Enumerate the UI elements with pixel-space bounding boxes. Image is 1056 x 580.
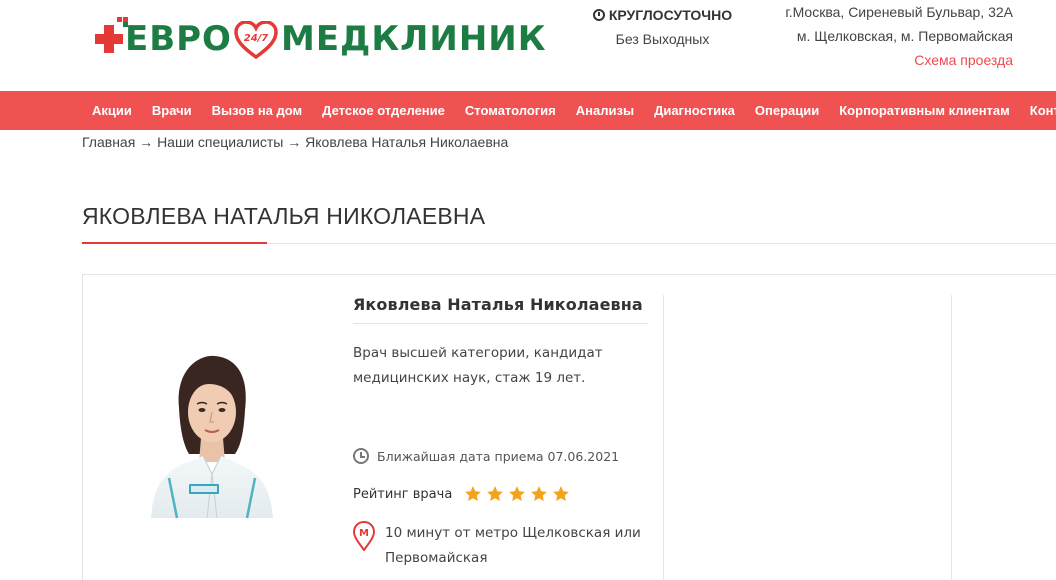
star-icon[interactable] <box>530 485 548 503</box>
heart-icon: 24/7 <box>234 21 278 59</box>
clinic-logo[interactable]: ЕВРО 24/7 МЕДКЛИНИК <box>95 17 546 61</box>
metro-info: М 10 минут от метро Щелковская или Перво… <box>353 521 643 571</box>
site-header: ЕВРО 24/7 МЕДКЛИНИК КРУГЛОСУТОЧНО Без Вы… <box>0 0 1056 91</box>
nav-item-children[interactable]: Детское отделение <box>312 91 455 130</box>
doctor-photo <box>151 355 273 519</box>
nav-item-doctors[interactable]: Врачи <box>142 91 202 130</box>
main-nav: Акции Врачи Вызов на дом Детское отделен… <box>0 91 1056 130</box>
nav-item-operations[interactable]: Операции <box>745 91 829 130</box>
logo-text-left: ЕВРО <box>125 19 232 59</box>
nav-item-tests[interactable]: Анализы <box>566 91 644 130</box>
doctor-rating: Рейтинг врача <box>353 485 570 503</box>
doctor-info: Яковлева Наталья Николаевна Врач высшей … <box>353 295 648 566</box>
nav-item-dentistry[interactable]: Стоматология <box>455 91 566 130</box>
working-hours: КРУГЛОСУТОЧНО Без Выходных <box>560 3 765 51</box>
nav-item-diagnostics[interactable]: Диагностика <box>644 91 745 130</box>
star-icon[interactable] <box>464 485 482 503</box>
address-line: г.Москва, Сиреневый Бульвар, 32А <box>785 4 1013 20</box>
doctor-description: Врач высшей категории, кандидат медицинс… <box>353 345 603 386</box>
doctor-name[interactable]: Яковлева Наталья Николаевна <box>353 295 648 324</box>
rating-stars[interactable] <box>464 485 570 503</box>
clinic-address: г.Москва, Сиреневый Бульвар, 32А м. Щелк… <box>785 0 1013 72</box>
nav-item-promotions[interactable]: Акции <box>82 91 142 130</box>
rating-label: Рейтинг врача <box>353 486 453 502</box>
page-title: ЯКОВЛЕВА НАТАЛЬЯ НИКОЛАЕВНА <box>82 203 486 229</box>
hours-title: КРУГЛОСУТОЧНО <box>608 7 733 23</box>
column-divider <box>951 295 952 580</box>
star-icon[interactable] <box>508 485 526 503</box>
map-link[interactable]: Схема проезда <box>914 52 1013 68</box>
metro-text: 10 минут от метро Щелковская или Первома… <box>385 525 641 566</box>
logo-text-right: МЕДКЛИНИК <box>281 19 547 59</box>
medical-cross-icon <box>95 25 123 53</box>
nav-item-house-call[interactable]: Вызов на дом <box>202 91 313 130</box>
title-accent-line <box>82 242 267 244</box>
doctor-card: Яковлева Наталья Николаевна Врач высшей … <box>82 274 1056 580</box>
hours-subtitle: Без Выходных <box>615 31 710 47</box>
metro-pin-icon: М <box>353 521 375 551</box>
next-date-text: Ближайшая дата приема 07.06.2021 <box>377 448 620 464</box>
logo-heart-text: 24/7 <box>244 33 269 44</box>
svg-text:М: М <box>359 528 369 539</box>
clock-icon <box>353 448 369 464</box>
metro-line: м. Щелковская, м. Первомайская <box>796 28 1013 44</box>
clock-icon <box>592 9 605 21</box>
breadcrumb[interactable]: Главная → Наши специалисты → Яковлева На… <box>82 133 508 151</box>
nav-item-corporate[interactable]: Корпоративным клиентам <box>829 91 1020 130</box>
star-icon[interactable] <box>486 485 504 503</box>
star-icon[interactable] <box>552 485 570 503</box>
column-divider <box>663 295 664 580</box>
nav-item-contacts[interactable]: Контакты <box>1020 91 1056 130</box>
next-appointment: Ближайшая дата приема 07.06.2021 <box>353 448 619 464</box>
